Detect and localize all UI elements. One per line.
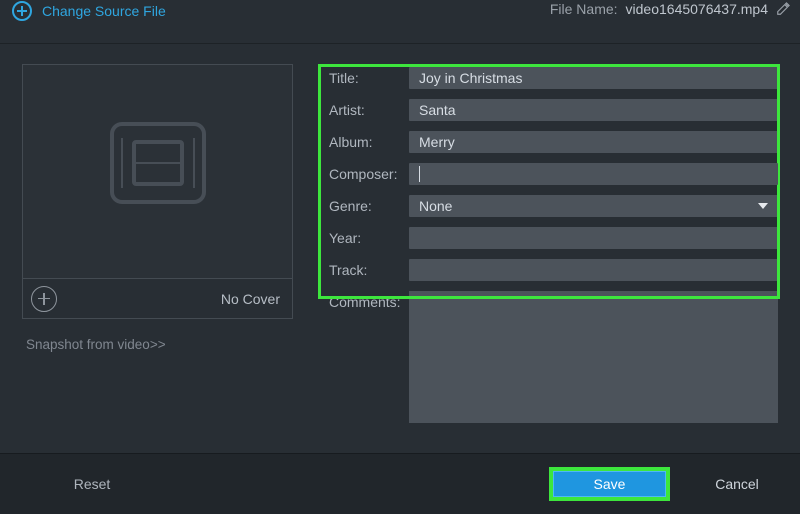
input-album[interactable] <box>409 131 778 153</box>
row-title: Title: <box>313 67 788 89</box>
row-comments: Comments: <box>313 291 788 423</box>
textarea-comments[interactable] <box>409 291 778 423</box>
row-track: Track: <box>313 259 788 281</box>
label-year: Year: <box>329 230 409 246</box>
cover-footer: No Cover <box>22 279 293 319</box>
cover-column: No Cover Snapshot from video>> <box>22 64 293 453</box>
edit-filename-button[interactable] <box>776 2 790 16</box>
metadata-form: Title: Artist: Album: Composer: Genre: N… <box>313 64 788 453</box>
highlight-box-save: Save <box>549 467 670 501</box>
main-content: No Cover Snapshot from video>> Title: Ar… <box>0 44 800 453</box>
label-title: Title: <box>329 70 409 86</box>
row-composer: Composer: <box>313 163 788 185</box>
chevron-down-icon <box>758 203 768 209</box>
cancel-button[interactable]: Cancel <box>692 471 782 497</box>
select-genre-value: None <box>419 198 452 214</box>
top-bar: Change Source File File Name: video16450… <box>0 0 800 44</box>
label-genre: Genre: <box>329 198 409 214</box>
input-title[interactable] <box>409 67 778 89</box>
change-source-file-button[interactable]: Change Source File <box>12 0 166 21</box>
reset-button[interactable]: Reset <box>48 471 136 497</box>
change-source-file-label: Change Source File <box>42 3 166 19</box>
snapshot-from-video-link[interactable]: Snapshot from video>> <box>22 337 293 352</box>
select-genre[interactable]: None <box>409 195 778 217</box>
add-cover-button[interactable] <box>31 286 57 312</box>
row-album: Album: <box>313 131 788 153</box>
input-track[interactable] <box>409 259 778 281</box>
file-name-label: File Name: <box>550 1 618 17</box>
cover-preview <box>22 64 293 279</box>
label-artist: Artist: <box>329 102 409 118</box>
input-year[interactable] <box>409 227 778 249</box>
input-artist[interactable] <box>409 99 778 121</box>
no-cover-label: No Cover <box>221 291 280 307</box>
label-track: Track: <box>329 262 409 278</box>
bottom-bar: Reset Save Cancel <box>0 453 800 514</box>
row-year: Year: <box>313 227 788 249</box>
file-name-value: video1645076437.mp4 <box>626 1 768 17</box>
video-placeholder-icon <box>108 120 208 206</box>
plus-circle-icon <box>12 1 32 21</box>
label-comments: Comments: <box>329 291 409 310</box>
input-composer[interactable] <box>409 163 778 185</box>
label-composer: Composer: <box>329 166 409 182</box>
row-artist: Artist: <box>313 99 788 121</box>
file-name-display: File Name: video1645076437.mp4 <box>550 0 790 17</box>
label-album: Album: <box>329 134 409 150</box>
row-genre: Genre: None <box>313 195 788 217</box>
save-button[interactable]: Save <box>553 471 666 497</box>
